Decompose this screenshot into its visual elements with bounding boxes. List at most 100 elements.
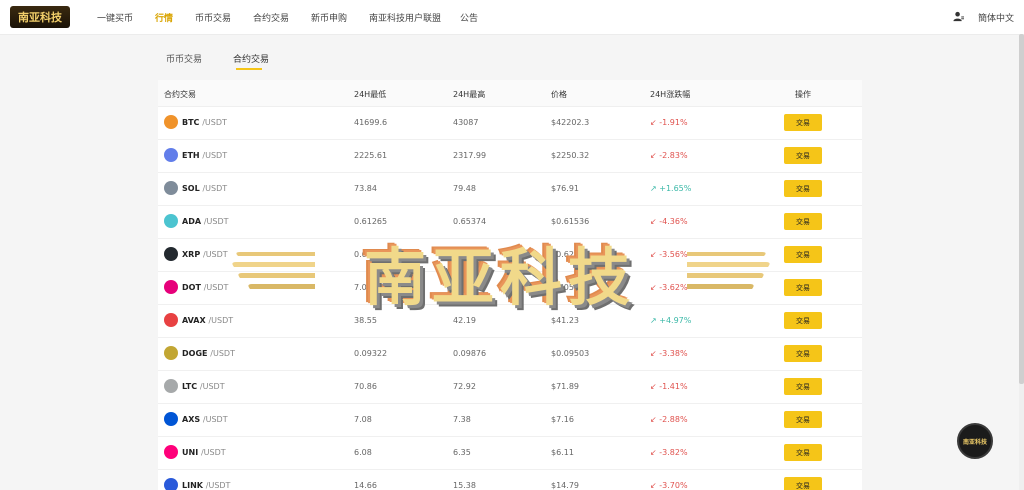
- nav-item-spot-trading[interactable]: 币币交易: [195, 11, 231, 24]
- dot-icon: [164, 280, 178, 294]
- nav-item-new-coin[interactable]: 新币申购: [311, 11, 347, 24]
- change-text: -2.88%: [659, 415, 688, 424]
- pair-label: ETH /USDT: [182, 151, 227, 160]
- trade-button[interactable]: 交易: [784, 477, 822, 490]
- change-text: -3.70%: [659, 481, 688, 490]
- nav-item-buy-crypto[interactable]: 一键买币: [97, 11, 133, 24]
- price-value: $76.91: [551, 184, 579, 193]
- table-row[interactable]: ADA /USDT 0.61265 0.65374 $0.61536 ↙ -4.36% 交…: [158, 205, 862, 239]
- low-value: 7.08: [354, 415, 372, 424]
- symbol-text: DOGE: [182, 349, 208, 358]
- trade-button[interactable]: 交易: [784, 279, 822, 296]
- table-row[interactable]: AXS /USDT 7.08 7.38 $7.16 ↙ -2.88% 交易: [158, 403, 862, 437]
- high-value: 0.64472: [453, 250, 487, 259]
- symbol-text: AVAX: [182, 316, 206, 325]
- low-value: 7.03: [354, 283, 372, 292]
- low-value: 0.61265: [354, 217, 388, 226]
- user-icon[interactable]: [953, 11, 964, 22]
- ada-icon: [164, 214, 178, 228]
- tab-contract[interactable]: 合约交易: [233, 52, 269, 65]
- quote-text: /USDT: [203, 217, 229, 226]
- quote-text: /USDT: [202, 151, 228, 160]
- trade-button[interactable]: 交易: [784, 246, 822, 263]
- change-value: ↙ -3.62%: [650, 283, 688, 292]
- trade-button[interactable]: 交易: [784, 411, 822, 428]
- pair-label: ADA /USDT: [182, 217, 229, 226]
- price-value: $14.79: [551, 481, 579, 490]
- price-value: $2250.32: [551, 151, 590, 160]
- quote-text: /USDT: [205, 481, 231, 490]
- change-value: ↙ -2.88%: [650, 415, 688, 424]
- change-text: -3.38%: [659, 349, 688, 358]
- ltc-icon: [164, 379, 178, 393]
- floating-support-button[interactable]: 南亚科技: [957, 423, 993, 459]
- nav-item-contract-trading[interactable]: 合约交易: [253, 11, 289, 24]
- table-header: 合约交易 24H最低 24H最高 价格 24H涨跌幅 操作: [158, 80, 862, 107]
- market-table: 合约交易 24H最低 24H最高 价格 24H涨跌幅 操作 BTC /USDT 4…: [158, 80, 862, 490]
- trade-button[interactable]: 交易: [784, 378, 822, 395]
- language-selector[interactable]: 簡体中文: [978, 11, 1014, 24]
- nav-item-market[interactable]: 行情: [155, 11, 173, 24]
- header-price: 价格: [551, 90, 567, 99]
- arrow-down-icon: ↙: [650, 448, 657, 457]
- symbol-text: DOT: [182, 283, 201, 292]
- axs-icon: [164, 412, 178, 426]
- trade-button[interactable]: 交易: [784, 213, 822, 230]
- symbol-text: ADA: [182, 217, 202, 226]
- trade-button[interactable]: 交易: [784, 114, 822, 131]
- low-value: 73.84: [354, 184, 377, 193]
- pair-label: UNI /USDT: [182, 448, 226, 457]
- arrow-down-icon: ↙: [650, 481, 657, 490]
- scrollbar-thumb[interactable]: [1019, 34, 1024, 384]
- nav-item-announcement[interactable]: 公告: [460, 11, 478, 24]
- trade-button[interactable]: 交易: [784, 345, 822, 362]
- active-tab-indicator: [236, 68, 262, 70]
- trade-button[interactable]: 交易: [784, 180, 822, 197]
- brand-logo[interactable]: 南亚科技: [10, 6, 70, 28]
- low-value: 70.86: [354, 382, 377, 391]
- quote-text: /USDT: [202, 118, 227, 127]
- doge-icon: [164, 346, 178, 360]
- quote-text: /USDT: [200, 448, 226, 457]
- change-value: ↙ -4.36%: [650, 217, 688, 226]
- change-text: -1.91%: [659, 118, 688, 127]
- table-row[interactable]: ETH /USDT 2225.61 2317.99 $2250.32 ↙ -2.83% 交…: [158, 139, 862, 173]
- arrow-down-icon: ↙: [650, 382, 657, 391]
- table-row[interactable]: UNI /USDT 6.08 6.35 $6.11 ↙ -3.82% 交易: [158, 436, 862, 470]
- table-row[interactable]: BTC /USDT 41699.6 43087 $42202.3 ↙ -1.91% 交易: [158, 106, 862, 140]
- trade-button[interactable]: 交易: [784, 147, 822, 164]
- trade-button[interactable]: 交易: [784, 444, 822, 461]
- price-value: $0.62133: [551, 250, 590, 259]
- table-row[interactable]: AVAX /USDT 38.55 42.19 $41.23 ↗ +4.97% 交易: [158, 304, 862, 338]
- low-value: 14.66: [354, 481, 377, 490]
- change-text: +1.65%: [659, 184, 692, 193]
- symbol-text: ETH: [182, 151, 200, 160]
- high-value: 15.38: [453, 481, 476, 490]
- table-row[interactable]: DOT /USDT 7.03 7.36 $7.05 ↙ -3.62% 交易: [158, 271, 862, 305]
- nav-item-user-alliance[interactable]: 南亚科技用户联盟: [369, 11, 441, 24]
- change-value: ↙ -2.83%: [650, 151, 688, 160]
- table-row[interactable]: LINK /USDT 14.66 15.38 $14.79 ↙ -3.70% 交易: [158, 469, 862, 490]
- change-text: -1.41%: [659, 382, 688, 391]
- change-value: ↙ -1.91%: [650, 118, 688, 127]
- table-row[interactable]: XRP /USDT 0.6196 0.64472 $0.62133 ↙ -3.56% 交易: [158, 238, 862, 272]
- arrow-down-icon: ↙: [650, 217, 657, 226]
- change-value: ↙ -1.41%: [650, 382, 688, 391]
- low-value: 6.08: [354, 448, 372, 457]
- pair-label: LTC /USDT: [182, 382, 225, 391]
- trade-button[interactable]: 交易: [784, 312, 822, 329]
- tab-spot[interactable]: 币币交易: [166, 52, 202, 65]
- price-value: $71.89: [551, 382, 579, 391]
- high-value: 43087: [453, 118, 479, 127]
- link-icon: [164, 478, 178, 490]
- table-row[interactable]: SOL /USDT 73.84 79.48 $76.91 ↗ +1.65% 交易: [158, 172, 862, 206]
- table-row[interactable]: DOGE /USDT 0.09322 0.09876 $0.09503 ↙ -3.38%…: [158, 337, 862, 371]
- quote-text: /USDT: [208, 316, 234, 325]
- pair-label: DOT /USDT: [182, 283, 228, 292]
- header-low: 24H最低: [354, 90, 387, 99]
- change-text: -4.36%: [659, 217, 688, 226]
- arrow-down-icon: ↙: [650, 118, 657, 127]
- symbol-text: AXS: [182, 415, 201, 424]
- header-pair: 合约交易: [164, 90, 196, 99]
- table-row[interactable]: LTC /USDT 70.86 72.92 $71.89 ↙ -1.41% 交易: [158, 370, 862, 404]
